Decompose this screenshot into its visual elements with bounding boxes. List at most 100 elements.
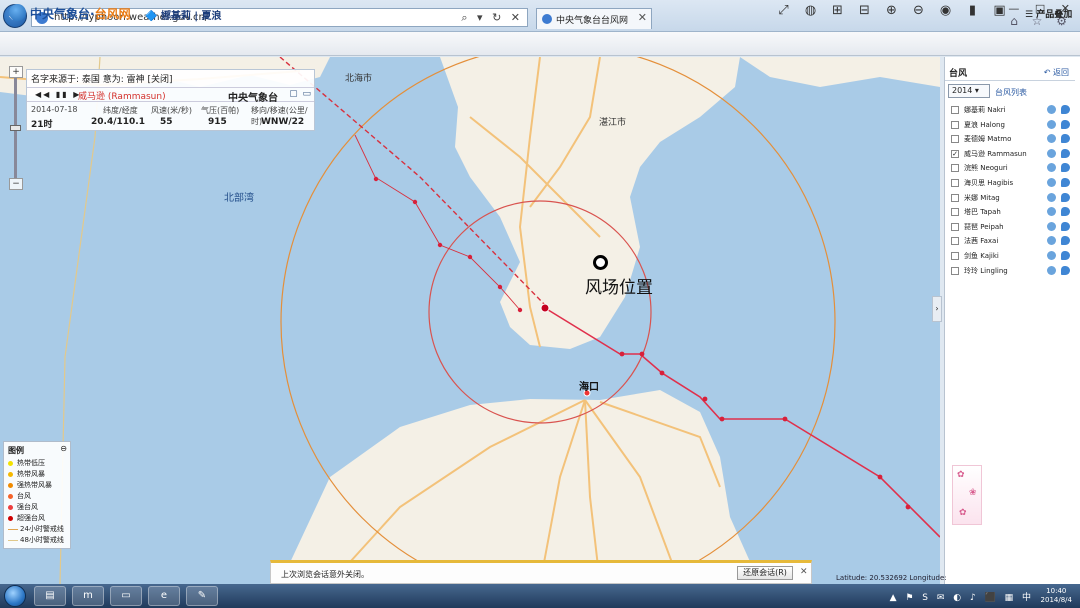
legend-close-icon[interactable]: ⊖ bbox=[60, 444, 67, 453]
tab-close-icon[interactable]: ✕ bbox=[638, 11, 647, 24]
typhoon-locate-icon[interactable] bbox=[1047, 105, 1056, 114]
typhoon-info-icon[interactable] bbox=[1061, 134, 1070, 144]
globe-icon[interactable]: ◍ bbox=[797, 3, 824, 18]
typhoon-list-title[interactable]: 台风列表 bbox=[995, 87, 1027, 98]
map-canvas[interactable]: 北部湾 海口 湛江市 北海市 风场位置 + − 名字来源于: 泰国 意为: 雷神… bbox=[0, 57, 940, 584]
typhoon-list-name[interactable]: 玲玲 Lingling bbox=[964, 266, 1008, 276]
sidebar-toggle-icon[interactable]: › bbox=[932, 296, 942, 322]
typhoon-list-item[interactable]: 法茜 Faxai bbox=[951, 235, 1073, 249]
typhoon-list-name[interactable]: 威马逊 Rammasun bbox=[964, 149, 1027, 159]
explorer-app-icon[interactable]: ▤ bbox=[34, 586, 66, 606]
zoom-plus-button[interactable]: + bbox=[9, 66, 23, 78]
typhoon-locate-icon[interactable] bbox=[1047, 119, 1056, 129]
typhoon-checkbox[interactable] bbox=[951, 222, 959, 231]
sidebar-back-button[interactable]: ↶ 返回 bbox=[1044, 67, 1069, 78]
zoom-box-out-icon[interactable]: ⊟ bbox=[851, 3, 878, 18]
typhoon-checkbox[interactable] bbox=[951, 120, 959, 129]
typhoon-locate-icon[interactable] bbox=[1047, 134, 1056, 144]
typhoon-checkbox[interactable] bbox=[951, 237, 959, 246]
zoom-out-icon[interactable]: ⊖ bbox=[905, 3, 932, 18]
typhoon-checkbox[interactable] bbox=[951, 179, 959, 187]
typhoon-list-name[interactable]: 法茜 Faxai bbox=[964, 236, 998, 246]
typhoon-locate-icon[interactable] bbox=[1047, 192, 1056, 202]
zoom-slider[interactable]: + − bbox=[9, 66, 23, 191]
active-typhoons-label[interactable]: 娜基莉 | 夏浪 bbox=[161, 11, 222, 22]
typhoon-locate-icon[interactable] bbox=[1047, 236, 1056, 246]
typhoon-locate-icon[interactable] bbox=[1047, 163, 1056, 173]
typhoon-list-name[interactable]: 麦德姆 Matmo bbox=[964, 134, 1011, 144]
typhoon-locate-icon[interactable] bbox=[1047, 207, 1056, 217]
typhoon-info-icon[interactable] bbox=[1061, 148, 1070, 158]
typhoon-list-item[interactable]: 夏浪 Halong bbox=[951, 119, 1073, 133]
typhoon-list-item[interactable]: 浣熊 Neoguri bbox=[951, 162, 1073, 176]
typhoon-checkbox[interactable] bbox=[951, 193, 959, 202]
folder-app-icon[interactable]: ▭ bbox=[110, 586, 142, 606]
start-button-icon[interactable] bbox=[4, 585, 26, 607]
typhoon-info-icon[interactable] bbox=[1061, 119, 1070, 129]
document-icon[interactable]: ▮ bbox=[959, 3, 986, 18]
typhoon-checkbox[interactable]: ✓ bbox=[951, 149, 959, 158]
typhoon-list-item[interactable]: 琵琶 Peipah bbox=[951, 221, 1073, 235]
typhoon-list-name[interactable]: 琵琶 Peipah bbox=[964, 222, 1004, 232]
typhoon-info-icon[interactable] bbox=[1061, 236, 1070, 246]
typhoon-info-icon[interactable] bbox=[1061, 221, 1070, 231]
restore-session-button[interactable]: 还原会话(R) bbox=[737, 566, 793, 580]
typhoon-info-icon[interactable] bbox=[1061, 251, 1070, 260]
system-tray[interactable]: ▲ ⚑ S ✉ ◐ ♪ ⬛ ▦ 中 bbox=[890, 590, 1034, 603]
typhoon-checkbox[interactable] bbox=[951, 208, 959, 217]
typhoon-checkbox[interactable] bbox=[951, 164, 959, 173]
typhoon-info-icon[interactable] bbox=[1061, 105, 1070, 114]
notification-close-icon[interactable]: ✕ bbox=[800, 567, 808, 577]
zoom-knob[interactable] bbox=[10, 125, 21, 131]
product-overlay-button[interactable]: ☰ 产品叠加 bbox=[1025, 7, 1072, 20]
typhoon-checkbox[interactable] bbox=[951, 266, 959, 275]
typhoon-locate-icon[interactable] bbox=[1047, 178, 1056, 187]
typhoon-list-name[interactable]: 塔巴 Tapah bbox=[964, 207, 1001, 217]
typhoon-list-item[interactable]: 娜基莉 Nakri bbox=[951, 104, 1073, 118]
typhoon-info-icon[interactable] bbox=[1061, 192, 1070, 202]
typhoon-list-name[interactable]: 海贝思 Hagibis bbox=[964, 178, 1013, 188]
typhoon-info-icon[interactable] bbox=[1061, 178, 1070, 187]
paint-app-icon[interactable]: ✎ bbox=[186, 586, 218, 606]
address-tools-icon[interactable]: ⌕ ▾ ↻ ✕ bbox=[461, 11, 523, 25]
typhoon-list-name[interactable]: 夏浪 Halong bbox=[964, 120, 1005, 130]
typhoon-checkbox[interactable] bbox=[951, 106, 959, 114]
typhoon-list-name[interactable]: 剑鱼 Kajiki bbox=[964, 251, 999, 261]
playback-controls[interactable]: ◀◀ ▮▮ ▶ bbox=[35, 90, 81, 99]
sidebar-back-label[interactable]: 返回 bbox=[1053, 68, 1069, 77]
typhoon-list-item[interactable]: 塔巴 Tapah bbox=[951, 206, 1073, 220]
fullscreen-icon[interactable]: ⤢ bbox=[770, 3, 797, 18]
system-clock[interactable]: 10:40 2014/8/4 bbox=[1041, 587, 1072, 605]
typhoon-list-item[interactable]: ✓ 威马逊 Rammasun bbox=[951, 148, 1073, 162]
panel-window-icon[interactable]: ▢ ▭ bbox=[289, 89, 312, 99]
typhoon-checkbox[interactable] bbox=[951, 135, 959, 144]
product-overlay-label[interactable]: 产品叠加 bbox=[1036, 10, 1072, 20]
typhoon-locate-icon[interactable] bbox=[1047, 251, 1056, 260]
camera-icon[interactable]: ▣ bbox=[986, 3, 1013, 18]
typhoon-info-icon[interactable] bbox=[1061, 163, 1070, 173]
maxthon-app-icon[interactable]: m bbox=[72, 586, 104, 606]
zoom-minus-button[interactable]: − bbox=[9, 178, 23, 190]
typhoon-checkbox[interactable] bbox=[951, 252, 959, 260]
typhoon-list-item[interactable]: 海贝思 Hagibis bbox=[951, 177, 1073, 191]
typhoon-info-icon[interactable] bbox=[1061, 265, 1070, 275]
layers-icon[interactable]: ◉ bbox=[932, 3, 959, 18]
year-select[interactable]: 2014 ▾ bbox=[948, 84, 990, 98]
typhoon-locate-icon[interactable] bbox=[1047, 221, 1056, 231]
typhoon-list-item[interactable]: 麦德姆 Matmo bbox=[951, 133, 1073, 147]
typhoon-locate-icon[interactable] bbox=[1047, 265, 1056, 275]
browser-tab[interactable]: 中央气象台台风网 ✕ bbox=[536, 8, 652, 29]
typhoon-list-name[interactable]: 米娜 Mitag bbox=[964, 193, 1000, 203]
active-typhoons[interactable]: 🔷 娜基莉 | 夏浪 bbox=[145, 7, 222, 22]
typhoon-info-icon[interactable] bbox=[1061, 207, 1070, 217]
zoom-box-in-icon[interactable]: ⊞ bbox=[824, 3, 851, 18]
typhoon-locate-icon[interactable] bbox=[1047, 148, 1056, 158]
ie-app-icon[interactable]: e bbox=[148, 586, 180, 606]
typhoon-list-item[interactable]: 米娜 Mitag bbox=[951, 192, 1073, 206]
typhoon-list-item[interactable]: 剑鱼 Kajiki bbox=[951, 250, 1073, 264]
typhoon-list-name[interactable]: 浣熊 Neoguri bbox=[964, 163, 1008, 173]
zoom-in-icon[interactable]: ⊕ bbox=[878, 3, 905, 18]
wind-field-marker-icon[interactable] bbox=[593, 255, 608, 270]
typhoon-list-name[interactable]: 娜基莉 Nakri bbox=[964, 105, 1006, 115]
typhoon-list-item[interactable]: 玲玲 Lingling bbox=[951, 265, 1073, 279]
